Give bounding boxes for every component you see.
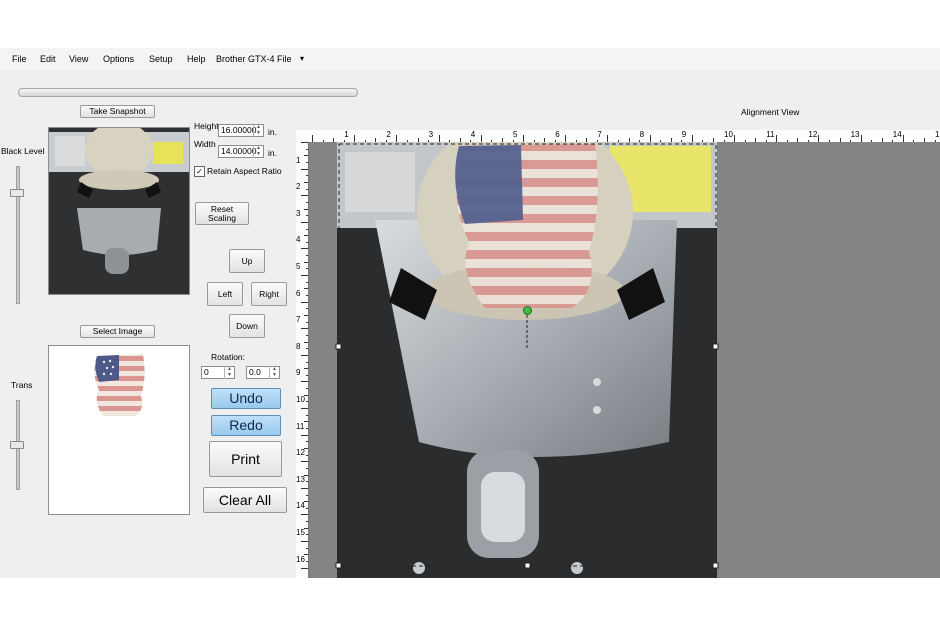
ruler-h-label: 13 [850,130,860,139]
undo-button[interactable]: Undo [211,388,281,409]
ruler-h-label: 4 [470,130,476,139]
rotation-value-b: 0.0 [249,367,261,377]
menu-edit[interactable]: Edit [40,54,56,64]
move-up-button[interactable]: Up [229,249,265,273]
rotation-label: Rotation: [211,352,246,362]
ruler-v-label: 1 [296,155,301,165]
ruler-h-label: 12 [808,130,818,139]
ruler-h-label: 9 [681,130,687,139]
alignment-view-title: Alignment View [741,107,800,117]
platen-photo [335,142,719,578]
rotation-value-a: 0 [204,367,209,377]
menu-bar: File Edit View Options Setup Help Brothe… [0,48,940,70]
progress-bar [18,88,358,97]
ruler-v-label: 15 [296,528,305,537]
rotation-a-spinner-icon[interactable]: ▲ ▼ [224,366,234,379]
black-level-slider-thumb[interactable] [10,189,24,197]
print-button[interactable]: Print [209,441,282,477]
flag-design-image [94,354,145,416]
ruler-v-label: 13 [296,474,305,484]
rotation-handle-icon[interactable] [523,306,532,315]
ruler-h-label: 1 [344,130,349,139]
vertical-ruler: 1 2 3 4 5 6 7 8 9 10 11 12 13 14 15 16 [296,142,309,578]
rotation-b-spinner-icon[interactable]: ▲ ▼ [269,366,279,379]
move-left-button[interactable]: Left [207,282,243,306]
ruler-h-label: 10 [724,130,733,139]
ruler-v-label: 9 [296,368,301,378]
select-image-button[interactable]: Select Image [80,325,155,338]
app-window: File Edit View Options Setup Help Brothe… [0,48,940,578]
rotation-input-a[interactable]: 0 ▲ ▼ [201,366,235,379]
trans-label: Trans [11,380,33,390]
black-level-slider-track[interactable] [16,166,20,304]
height-value: 16.00000 [221,125,257,135]
ruler-h-label: 3 [428,130,434,139]
ruler-h-label: 7 [597,130,602,139]
ruler-v-label: 8 [296,341,301,351]
take-snapshot-button[interactable]: Take Snapshot [80,105,155,118]
ruler-v-label: 2 [296,182,301,192]
reset-scaling-button[interactable]: Reset Scaling [195,202,249,225]
clear-all-button[interactable]: Clear All [203,487,287,513]
menu-options[interactable]: Options [103,54,134,64]
ruler-v-label: 5 [296,262,301,271]
black-level-label: Black Level [1,146,45,156]
ruler-h-label: 2 [386,130,391,139]
ruler-h-label: 11 [766,130,775,139]
height-input[interactable]: 16.00000 ▲ ▼ [218,124,264,137]
ruler-v-label: 16 [296,554,305,564]
snapshot-preview [48,127,190,295]
design-preview [48,345,190,515]
move-down-button[interactable]: Down [229,314,265,338]
ruler-v-label: 10 [296,395,305,404]
ruler-v-label: 7 [296,315,301,325]
width-unit: in. [268,148,277,158]
ruler-corner [296,130,308,142]
file-type-value: Brother GTX-4 File [216,54,292,64]
height-spinner-icon[interactable]: ▲ ▼ [253,124,263,137]
ruler-v-label: 6 [296,288,301,298]
width-value: 14.00000 [221,146,257,156]
retain-aspect-label: Retain Aspect Ratio [207,166,282,176]
ruler-v-label: 4 [296,235,301,245]
height-unit: in. [268,127,277,137]
height-label: Height [194,121,219,131]
width-input[interactable]: 14.00000 ▲ ▼ [218,145,264,158]
retain-aspect-checkbox[interactable]: ✓ [194,166,205,177]
width-spinner-icon[interactable]: ▲ ▼ [253,145,263,158]
ruler-h-label: 8 [639,130,645,139]
ruler-h-label: 14 [892,130,902,139]
file-type-select[interactable]: Brother GTX-4 File ▾ [214,51,306,66]
ruler-v-label: 14 [296,501,305,511]
ruler-h-label: 5 [513,130,518,139]
redo-button[interactable]: Redo [211,415,281,436]
snapshot-image [49,128,189,294]
ruler-h-label: 15 [935,130,940,139]
trans-slider-thumb[interactable] [10,441,24,449]
menu-setup[interactable]: Setup [149,54,173,64]
ruler-h-label: 6 [555,130,560,139]
alignment-canvas[interactable] [309,142,940,578]
ruler-v-label: 11 [296,421,305,431]
menu-help[interactable]: Help [187,54,206,64]
ruler-v-label: 3 [296,208,301,218]
rotation-input-b[interactable]: 0.0 ▲ ▼ [246,366,280,379]
menu-file[interactable]: File [12,54,27,64]
ruler-v-label: 12 [296,448,305,458]
width-label: Width [194,139,216,149]
move-right-button[interactable]: Right [251,282,287,306]
dropdown-arrow-icon: ▾ [299,54,304,63]
menu-view[interactable]: View [69,54,88,64]
